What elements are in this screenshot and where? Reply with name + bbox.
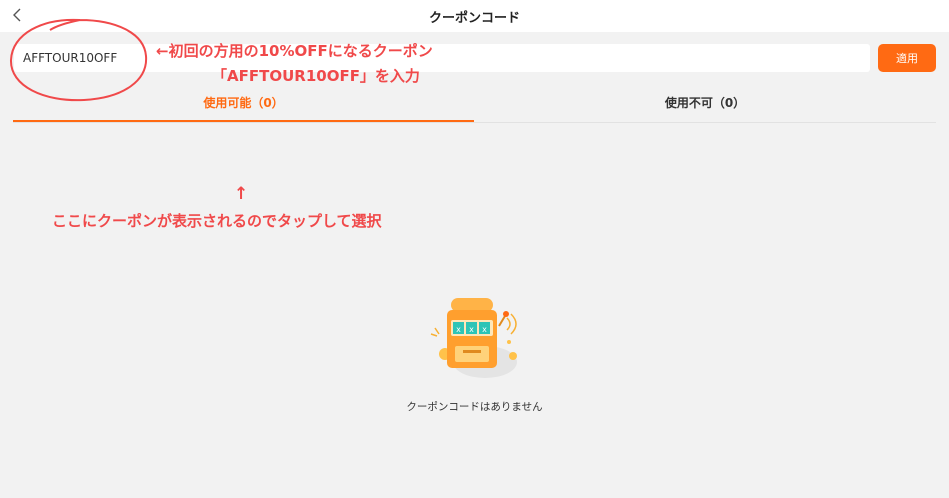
svg-text:x: x bbox=[469, 325, 474, 334]
svg-text:x: x bbox=[482, 325, 487, 334]
tab-unavailable[interactable]: 使用不可（0） bbox=[474, 94, 936, 122]
annotation-circle bbox=[9, 18, 148, 102]
annotation-arrow-up: ↑ bbox=[234, 184, 249, 204]
annotation-instruction-line1: ←初回の方用の10%OFFになるクーポン bbox=[156, 42, 433, 60]
apply-button[interactable]: 適用 bbox=[878, 44, 936, 72]
active-tab-indicator bbox=[13, 120, 474, 122]
tab-available[interactable]: 使用可能（0） bbox=[13, 94, 474, 122]
annotation-instruction-line3: ここにクーポンが表示されるのでタップして選択 bbox=[52, 212, 382, 230]
slot-machine-illustration: x x x bbox=[430, 298, 517, 378]
tab-divider bbox=[13, 122, 936, 123]
empty-state-message: クーポンコードはありません bbox=[406, 401, 543, 413]
svg-text:x: x bbox=[456, 325, 461, 334]
annotation-instruction-line2: 「AFFTOUR10OFF」を入力 bbox=[212, 67, 420, 85]
